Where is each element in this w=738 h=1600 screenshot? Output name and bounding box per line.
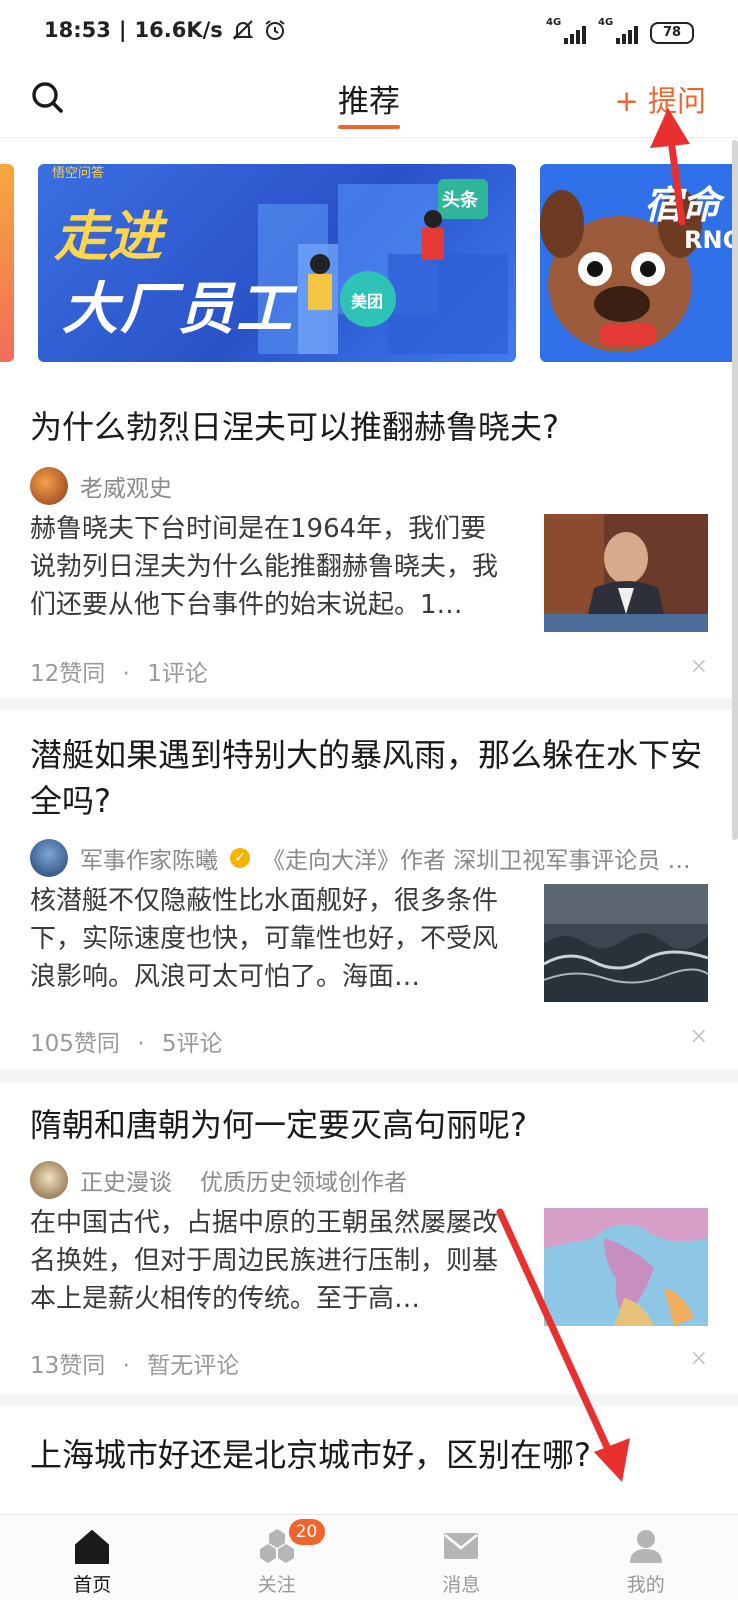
dismiss-button[interactable]: ×	[690, 1024, 708, 1049]
author-row[interactable]: 老威观史	[30, 466, 710, 506]
banner-badge: 美团	[351, 292, 384, 311]
answer-excerpt[interactable]: 在中国古代，占据中原的王朝虽然屡屡改名换姓，但对于周边民族进行压制，则基本上是薪…	[30, 1204, 508, 1318]
signal-icon: 4G	[598, 17, 638, 44]
question-title[interactable]: 上海城市好还是北京城市好，区别在哪?	[30, 1432, 708, 1478]
answer-excerpt[interactable]: 赫鲁晓夫下台时间是在1964年，我们要说勃列日涅夫为什么能推翻赫鲁晓夫，我们还要…	[30, 510, 508, 624]
battery-indicator: 78	[650, 22, 694, 44]
banner-tag: 头条	[442, 190, 478, 211]
alarm-icon	[265, 20, 285, 40]
comments-count: 5评论	[161, 1031, 223, 1057]
avatar[interactable]	[30, 467, 68, 505]
nav-messages[interactable]: 消息	[369, 1515, 554, 1600]
author-name[interactable]: 老威观史	[80, 469, 172, 503]
dismiss-button[interactable]: ×	[690, 654, 708, 679]
status-bar: 18:53 | 16.6K/s 4G 4G 78	[0, 0, 738, 66]
question-card[interactable]: 隋朝和唐朝为何一定要灭高句丽呢? 正史漫谈 优质历史领域创作者 在中国古代，占据…	[0, 1082, 738, 1394]
top-header: 推荐 + 提问	[0, 66, 738, 138]
banner-title-line1: 走进	[54, 205, 162, 268]
question-title[interactable]: 隋朝和唐朝为何一定要灭高句丽呢?	[30, 1102, 708, 1148]
status-time: 18:53	[44, 18, 111, 42]
card-meta: 13赞同 · 暂无评论	[30, 1353, 240, 1379]
nav-label: 消息	[442, 1574, 481, 1596]
verified-icon: ✓	[230, 848, 250, 868]
author-name[interactable]: 军事作家陈曦	[80, 841, 218, 875]
status-left: 18:53 | 16.6K/s	[44, 18, 287, 42]
notification-badge: 20	[288, 1519, 325, 1545]
tab-underline	[338, 125, 400, 129]
question-card[interactable]: 上海城市好还是北京城市好，区别在哪?	[0, 1406, 738, 1514]
author-description: 《走向大洋》作者 深圳卫视军事评论员 …	[262, 848, 691, 874]
answer-thumbnail[interactable]	[544, 1208, 708, 1326]
status-right: 4G 4G 78	[546, 17, 694, 44]
banner-carousel[interactable]: 悟空问答 走进 大厂员工 头条 美团 宿命 RNG	[0, 138, 738, 368]
scrollbar[interactable]	[732, 140, 738, 840]
map-image	[544, 1208, 708, 1326]
banner-right-sub: RNG	[684, 226, 738, 254]
nav-label: 首页	[73, 1574, 112, 1596]
banner-right-title: 宿命	[644, 183, 721, 227]
dismiss-button[interactable]: ×	[690, 1346, 708, 1371]
answer-thumbnail[interactable]	[544, 884, 708, 1002]
status-net-speed: 16.6K/s	[134, 18, 223, 42]
card-meta: 12赞同 · 1评论	[30, 661, 208, 687]
ask-question-button[interactable]: + 提问	[614, 78, 706, 120]
signal-icon: 4G	[546, 17, 586, 44]
message-icon	[444, 1533, 479, 1559]
feed[interactable]: 悟空问答 走进 大厂员工 头条 美团 宿命 RNG 为什么勃烈日涅夫可以推翻赫鲁…	[0, 138, 738, 1514]
banner-title-line2: 大厂员工	[62, 277, 294, 342]
nav-home[interactable]: 首页	[0, 1515, 185, 1600]
author-name[interactable]: 正史漫谈	[80, 1163, 172, 1197]
profile-icon	[629, 1530, 662, 1563]
comments-count: 1评论	[147, 661, 208, 687]
banner-brand: 悟空问答	[52, 166, 105, 181]
home-icon	[75, 1530, 110, 1564]
avatar[interactable]	[30, 1161, 68, 1199]
author-row[interactable]: 正史漫谈 优质历史领域创作者	[30, 1160, 710, 1200]
question-title[interactable]: 潜艇如果遇到特别大的暴风雨，那么躲在水下安全吗?	[30, 732, 708, 824]
bottom-nav: 首页 20 关注 消息 我的	[0, 1514, 738, 1600]
question-title[interactable]: 为什么勃烈日涅夫可以推翻赫鲁晓夫?	[30, 404, 708, 450]
author-description: 优质历史领域创作者	[200, 1170, 407, 1196]
nav-follow[interactable]: 20 关注	[185, 1515, 370, 1600]
likes-count: 105赞同	[30, 1031, 120, 1057]
nav-label: 关注	[257, 1574, 296, 1596]
likes-count: 12赞同	[30, 661, 106, 687]
comments-count: 暂无评论	[147, 1353, 240, 1379]
nav-profile[interactable]: 我的	[554, 1515, 738, 1600]
storm-sea-image	[544, 884, 708, 1002]
mute-bell-icon	[232, 20, 254, 40]
author-row[interactable]: 军事作家陈曦 ✓ 《走向大洋》作者 深圳卫视军事评论员 …	[30, 838, 710, 878]
avatar[interactable]	[30, 839, 68, 877]
banner-next[interactable]: 宿命 RNG	[540, 164, 738, 362]
nav-label: 我的	[626, 1574, 665, 1596]
likes-count: 13赞同	[30, 1353, 106, 1379]
portrait-image	[544, 514, 708, 632]
question-card[interactable]: 潜艇如果遇到特别大的暴风雨，那么躲在水下安全吗? 军事作家陈曦 ✓ 《走向大洋》…	[0, 710, 738, 1070]
answer-excerpt[interactable]: 核潜艇不仅隐蔽性比水面舰好，很多条件下，实际速度也快，可靠性也好，不受风浪影响。…	[30, 882, 508, 996]
banner-prev[interactable]	[0, 164, 14, 362]
card-meta: 105赞同 · 5评论	[30, 1031, 223, 1057]
banner-main[interactable]: 悟空问答 走进 大厂员工 头条 美团	[38, 164, 516, 362]
answer-thumbnail[interactable]	[544, 514, 708, 632]
question-card[interactable]: 为什么勃烈日涅夫可以推翻赫鲁晓夫? 老威观史 赫鲁晓夫下台时间是在1964年，我…	[0, 368, 738, 698]
